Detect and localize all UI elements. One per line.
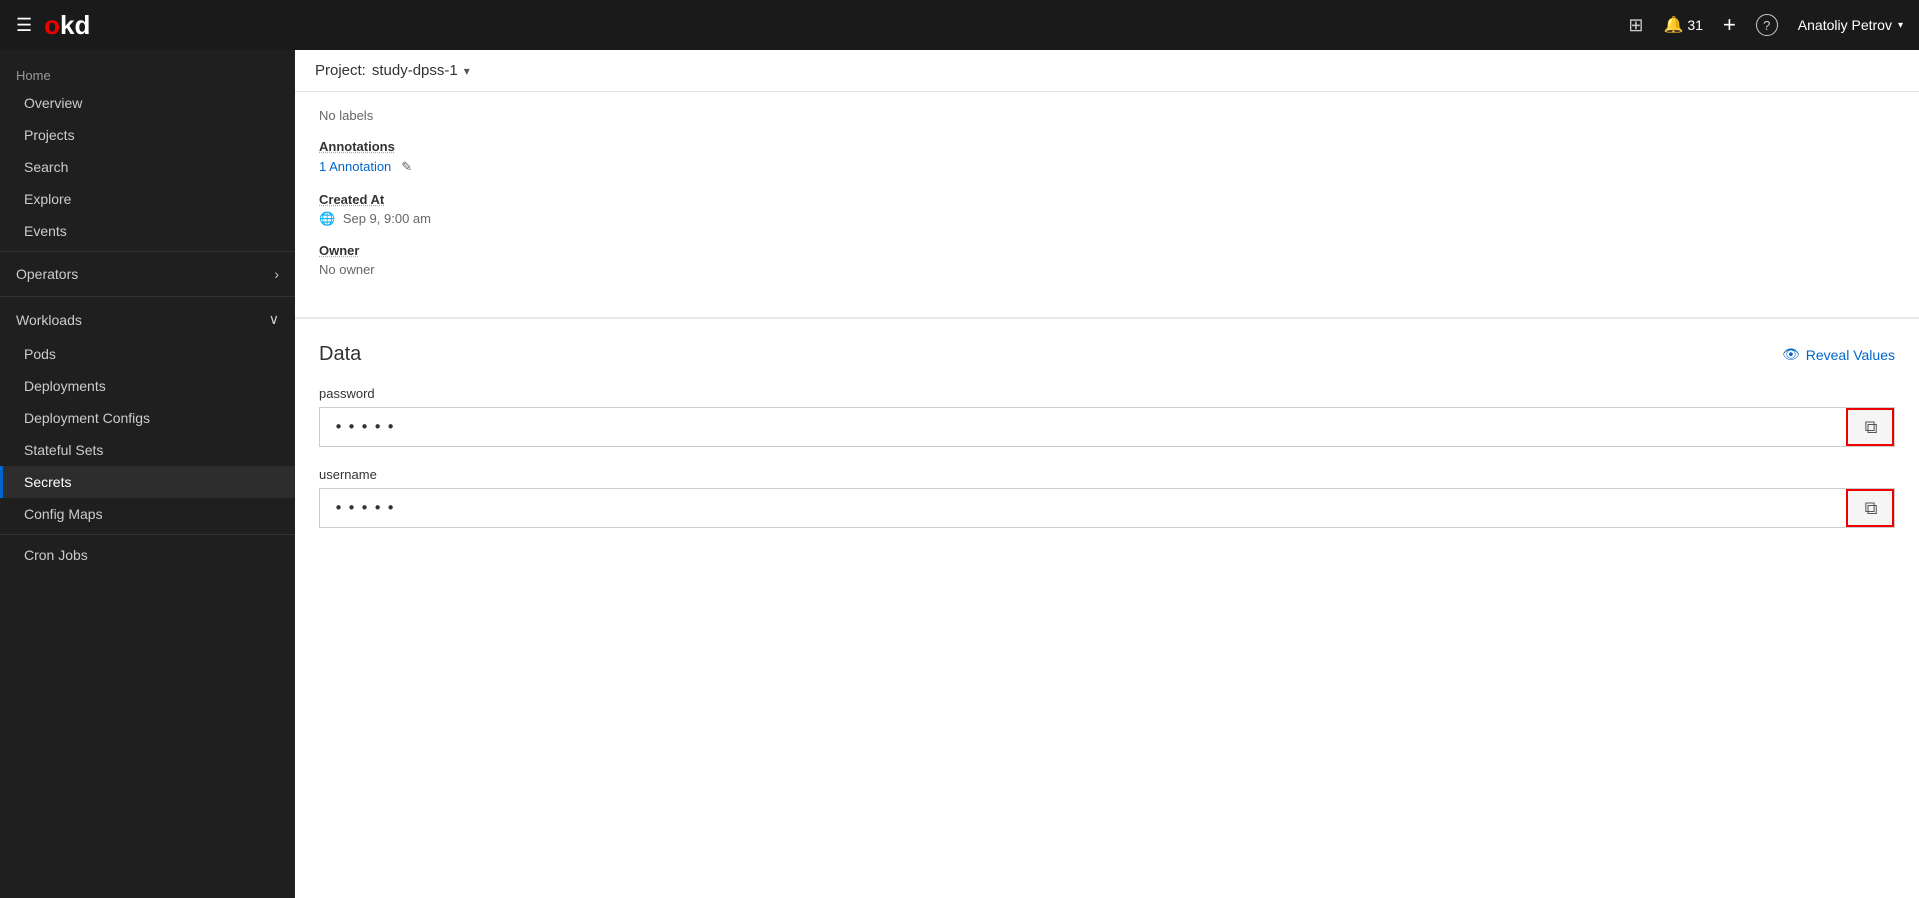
logo-kd: kd [60,10,90,41]
help-icon[interactable]: ? [1756,14,1778,36]
sidebar-item-overview[interactable]: Overview [0,87,295,119]
data-section-header: Data 👁 Reveal Values [319,343,1895,366]
annotations-row: Annotations 1 Annotation ✎ [319,139,1895,176]
username-field-row: ⧉ [319,488,1895,528]
sidebar-item-secrets[interactable]: Secrets [0,466,295,498]
sidebar-item-events[interactable]: Events [0,215,295,247]
project-selector[interactable]: Project: study-dpss-1 ▾ [315,62,470,79]
created-at-row: Created At 🌐 Sep 9, 9:00 am [319,192,1895,227]
data-section: Data 👁 Reveal Values password ⧉ userna [295,319,1919,572]
sidebar-item-projects-label: Projects [24,127,75,143]
sidebar-item-search-label: Search [24,159,68,175]
pods-label: Pods [24,346,56,362]
sidebar-item-events-label: Events [24,223,67,239]
project-selector-chevron-icon: ▾ [464,64,470,78]
bell-icon: 🔔 [1663,15,1683,35]
config-maps-label: Config Maps [24,506,103,522]
user-menu[interactable]: Anatoliy Petrov ▾ [1798,17,1903,33]
sidebar-item-pods[interactable]: Pods [0,338,295,370]
sidebar-item-overview-label: Overview [24,95,82,111]
password-field-row: ⧉ [319,407,1895,447]
annotations-value[interactable]: 1 Annotation ✎ [319,159,412,175]
workloads-chevron-icon: ∨ [269,311,279,328]
sidebar-item-search[interactable]: Search [0,151,295,183]
owner-value: No owner [319,262,1895,277]
owner-row: Owner No owner [319,243,1895,277]
grid-icon[interactable]: ⊞ [1628,15,1643,36]
sidebar-item-projects[interactable]: Projects [0,119,295,151]
sidebar-workloads-section[interactable]: Workloads ∨ [0,301,295,338]
password-copy-button[interactable]: ⧉ [1846,408,1894,446]
project-label: Project: [315,62,366,79]
password-label: password [319,386,1895,401]
data-section-title: Data [319,343,361,366]
operators-label: Operators [16,266,78,282]
sidebar-item-cron-jobs[interactable]: Cron Jobs [0,539,295,571]
add-icon[interactable]: + [1723,12,1736,38]
reveal-eye-icon: 👁 [1782,346,1800,363]
deployment-configs-label: Deployment Configs [24,410,150,426]
main-content: Project: study-dpss-1 ▾ No labels Annota… [295,50,1919,898]
deployments-label: Deployments [24,378,106,394]
created-at-text: Sep 9, 9:00 am [343,211,431,226]
home-section-label: Home [0,58,295,87]
workloads-label: Workloads [16,312,82,328]
password-value[interactable] [320,408,1846,446]
top-navigation: ☰ okd ⊞ 🔔 31 + ? Anatoliy Petrov ▾ [0,0,1919,50]
globe-icon: 🌐 [319,211,335,226]
project-bar: Project: study-dpss-1 ▾ [295,50,1919,92]
cron-jobs-label: Cron Jobs [24,547,88,563]
sidebar-item-deployments[interactable]: Deployments [0,370,295,402]
user-menu-chevron-icon: ▾ [1898,20,1903,31]
reveal-values-button[interactable]: 👁 Reveal Values [1782,346,1895,363]
username-value[interactable] [320,489,1846,527]
sidebar: Home Overview Projects Search Explore Ev… [0,50,295,898]
copy-icon: ⧉ [1865,417,1878,438]
reveal-values-label: Reveal Values [1806,347,1895,363]
annotations-title: Annotations [319,139,1895,154]
sidebar-item-deployment-configs[interactable]: Deployment Configs [0,402,295,434]
copy-icon-2: ⧉ [1865,498,1878,519]
username-copy-button[interactable]: ⧉ [1846,489,1894,527]
username-label: username [319,467,1895,482]
labels-row: No labels [319,108,1895,123]
project-name: study-dpss-1 [372,62,458,79]
sidebar-item-explore[interactable]: Explore [0,183,295,215]
logo[interactable]: okd [44,10,90,41]
labels-value: No labels [319,108,1895,123]
password-field: password ⧉ [319,386,1895,447]
hamburger-menu-icon[interactable]: ☰ [16,15,32,36]
edit-annotation-icon[interactable]: ✎ [401,159,412,175]
operators-chevron-icon: › [274,266,279,282]
secrets-label: Secrets [24,474,71,490]
stateful-sets-label: Stateful Sets [24,442,103,458]
owner-title: Owner [319,243,1895,258]
sidebar-item-config-maps[interactable]: Config Maps [0,498,295,530]
sidebar-item-explore-label: Explore [24,191,71,207]
sidebar-item-stateful-sets[interactable]: Stateful Sets [0,434,295,466]
created-at-value: 🌐 Sep 9, 9:00 am [319,211,1895,227]
notifications-button[interactable]: 🔔 31 [1663,15,1703,35]
annotations-link-text: 1 Annotation [319,159,391,174]
logo-o: o [44,10,60,41]
sidebar-operators-section[interactable]: Operators › [0,256,295,292]
created-at-title: Created At [319,192,1895,207]
notification-count: 31 [1687,17,1703,33]
user-name: Anatoliy Petrov [1798,17,1892,33]
meta-section: No labels Annotations 1 Annotation ✎ Cre… [295,92,1919,319]
username-field: username ⧉ [319,467,1895,528]
